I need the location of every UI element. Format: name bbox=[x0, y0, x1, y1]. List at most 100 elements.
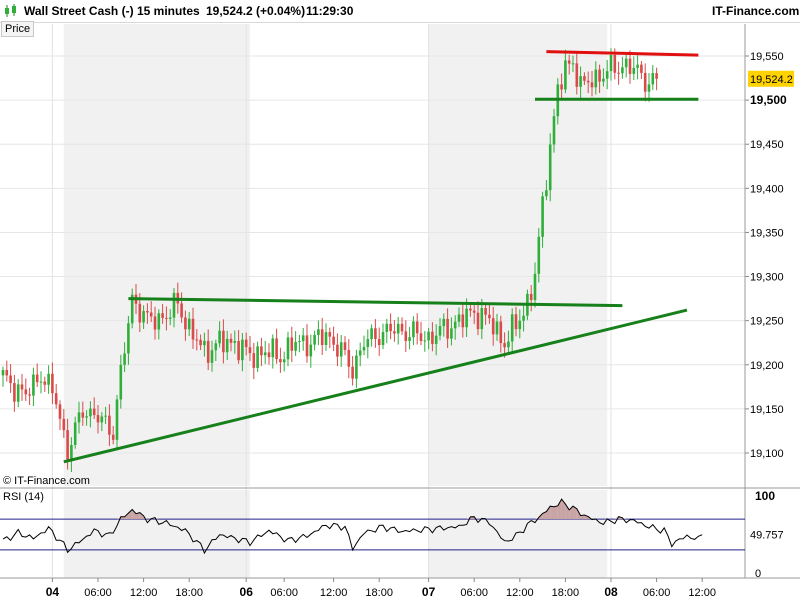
candle-down bbox=[351, 366, 354, 379]
candle-down bbox=[617, 72, 620, 74]
candle-up bbox=[324, 332, 328, 345]
last-price-label: 19,524.2 bbox=[750, 74, 793, 86]
candle-down bbox=[5, 370, 9, 376]
candle-up bbox=[602, 78, 605, 82]
candle-up bbox=[339, 342, 343, 357]
candle-up bbox=[301, 335, 305, 342]
candle-up bbox=[313, 335, 316, 345]
candle-up bbox=[450, 328, 453, 339]
candle-down bbox=[431, 331, 434, 344]
candle-down bbox=[206, 340, 210, 363]
candle-down bbox=[195, 339, 199, 341]
candle-up bbox=[187, 318, 191, 330]
candle-down bbox=[248, 347, 252, 354]
rsi-session-shade bbox=[63, 490, 250, 578]
candle-up bbox=[233, 341, 237, 343]
candle-down bbox=[613, 54, 617, 73]
candle-down bbox=[153, 316, 157, 330]
candle-down bbox=[165, 317, 168, 319]
price-panel-tab[interactable]: Price bbox=[1, 21, 35, 37]
session-shade bbox=[63, 24, 250, 486]
candle-up bbox=[47, 373, 50, 385]
price-tick-label: 19,200 bbox=[750, 360, 784, 372]
candle-up bbox=[564, 60, 567, 90]
candle-down bbox=[377, 339, 381, 346]
price-tick-label: 19,450 bbox=[750, 139, 784, 151]
candle-up bbox=[624, 58, 628, 68]
candle-up bbox=[548, 144, 552, 191]
candle-up bbox=[256, 346, 259, 368]
time-label: 12:00 bbox=[320, 587, 348, 599]
candle-down bbox=[96, 415, 100, 423]
candle-down bbox=[529, 293, 533, 301]
chart-canvas: 19,100 19,150 19,200 19,250 19,300 19,350 19,4… bbox=[0, 24, 800, 599]
candle-up bbox=[533, 273, 537, 301]
candle-up bbox=[381, 332, 385, 346]
candle-up bbox=[39, 381, 43, 383]
candle-up bbox=[412, 321, 415, 338]
timeframe-label[interactable]: 15 minutes bbox=[137, 4, 200, 18]
candle-down bbox=[184, 317, 187, 330]
price-tick-label: 19,100 bbox=[750, 448, 784, 460]
candle-down bbox=[275, 338, 278, 360]
candle-down bbox=[81, 412, 85, 418]
price-tick-label: 19,300 bbox=[750, 272, 784, 284]
rsi-last-value: 49.757 bbox=[750, 530, 784, 542]
candle-down bbox=[20, 384, 24, 390]
candle-down bbox=[415, 321, 419, 334]
time-label: 06:00 bbox=[460, 587, 488, 599]
copyright-label: © IT-Finance.com bbox=[3, 475, 90, 487]
candle-up bbox=[127, 323, 130, 354]
candle-up bbox=[495, 321, 499, 335]
candle-down bbox=[92, 408, 96, 416]
candle-up bbox=[142, 311, 145, 323]
candle-up bbox=[518, 320, 522, 330]
candle-down bbox=[655, 73, 658, 79]
candle-down bbox=[503, 343, 506, 348]
candle-up bbox=[457, 314, 461, 322]
time-label: 18:00 bbox=[365, 587, 393, 599]
time-label: 18:00 bbox=[552, 587, 580, 599]
time-label: 06:00 bbox=[270, 587, 298, 599]
candle-up bbox=[89, 408, 92, 417]
candle-down bbox=[514, 314, 518, 330]
candle-up bbox=[370, 328, 373, 340]
candle-down bbox=[374, 328, 377, 340]
candle-down bbox=[590, 82, 594, 88]
candle-up bbox=[286, 337, 290, 360]
candle-down bbox=[146, 311, 149, 313]
candle-up bbox=[366, 339, 370, 347]
candle-up bbox=[621, 67, 624, 74]
time-label: 18:00 bbox=[175, 587, 203, 599]
candle-up bbox=[214, 343, 218, 351]
candle-down bbox=[469, 308, 472, 311]
candle-up bbox=[115, 399, 119, 440]
candle-down bbox=[28, 394, 31, 396]
candle-up bbox=[73, 422, 77, 446]
candle-down bbox=[138, 303, 142, 323]
rsi-panel-tab[interactable]: RSI (14) bbox=[1, 491, 46, 504]
candle-up bbox=[294, 341, 297, 351]
candle-up bbox=[427, 331, 430, 341]
candle-down bbox=[404, 331, 408, 341]
candle-up bbox=[552, 116, 556, 145]
candle-up bbox=[355, 355, 358, 379]
candle-up bbox=[1, 370, 5, 376]
price-tick-label: 19,550 bbox=[750, 51, 784, 63]
candle-down bbox=[628, 58, 632, 74]
candle-up bbox=[263, 352, 267, 356]
candle-up bbox=[203, 340, 206, 346]
candle-down bbox=[43, 381, 47, 385]
candle-down bbox=[180, 303, 183, 318]
candle-up bbox=[465, 308, 468, 328]
candle-down bbox=[328, 332, 332, 337]
candle-down bbox=[244, 339, 248, 348]
candle-down bbox=[484, 307, 487, 315]
time-label: 08 bbox=[604, 585, 618, 599]
candle-up bbox=[317, 329, 320, 336]
rsi-session-shade bbox=[428, 490, 608, 578]
candle-down bbox=[54, 393, 58, 405]
candle-up bbox=[408, 337, 411, 341]
quote-time: 11:29:30 bbox=[306, 4, 354, 18]
price-tick-label: 19,150 bbox=[750, 404, 784, 416]
